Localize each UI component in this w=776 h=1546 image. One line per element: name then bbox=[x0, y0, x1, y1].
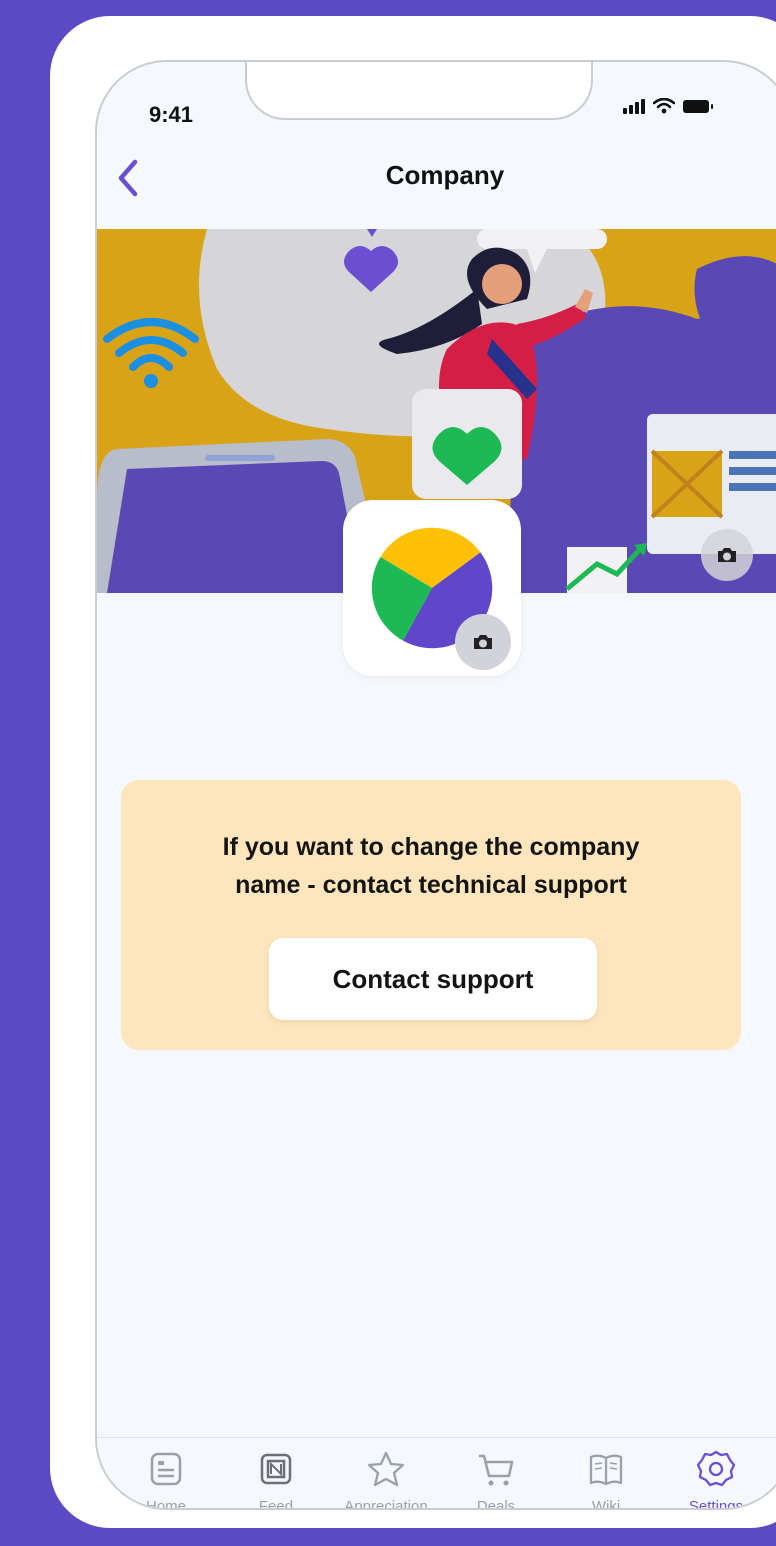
tab-appreciation[interactable]: Appreciation bbox=[331, 1438, 441, 1510]
notice-line-2: name - contact technical support bbox=[235, 871, 627, 899]
gear-icon bbox=[696, 1450, 736, 1487]
star-icon bbox=[367, 1451, 405, 1487]
company-name-notice: If you want to change the company name -… bbox=[121, 780, 741, 1050]
signal-icon bbox=[623, 98, 645, 114]
tab-label: Appreciation bbox=[344, 1498, 428, 1510]
tab-feed[interactable]: Feed bbox=[221, 1438, 331, 1510]
tab-bar: Home Feed Appreciation Deals Wiki Settin… bbox=[97, 1437, 776, 1510]
cover-camera-button[interactable] bbox=[701, 529, 753, 581]
status-icons bbox=[623, 98, 713, 114]
book-icon bbox=[589, 1454, 623, 1486]
tab-wiki[interactable]: Wiki bbox=[551, 1438, 661, 1510]
phone-screen: 9:41 Company If you want to change the c… bbox=[95, 60, 776, 1510]
status-time: 9:41 bbox=[149, 102, 194, 127]
logo-camera-button[interactable] bbox=[455, 614, 511, 670]
notice-message: If you want to change the company name -… bbox=[121, 828, 741, 904]
contact-support-button[interactable]: Contact support bbox=[269, 938, 597, 1020]
phone-notch bbox=[245, 62, 593, 120]
notice-line-1: If you want to change the company bbox=[222, 833, 640, 861]
cart-icon bbox=[479, 1454, 514, 1486]
feed-icon bbox=[260, 1453, 292, 1485]
tab-label: Deals bbox=[476, 1498, 516, 1510]
home-icon bbox=[150, 1452, 182, 1486]
navigation-bar: Company bbox=[97, 150, 776, 210]
tab-label: Feed bbox=[258, 1498, 294, 1510]
camera-icon bbox=[474, 635, 492, 649]
wifi-icon bbox=[653, 98, 675, 114]
battery-icon bbox=[683, 99, 713, 113]
tab-home[interactable]: Home bbox=[111, 1438, 221, 1508]
tab-deals[interactable]: Deals bbox=[441, 1438, 551, 1510]
tab-label: Wiki bbox=[591, 1498, 621, 1510]
tab-settings[interactable]: Settings bbox=[661, 1438, 771, 1508]
camera-icon bbox=[718, 548, 736, 562]
page-title: Company bbox=[385, 160, 505, 190]
